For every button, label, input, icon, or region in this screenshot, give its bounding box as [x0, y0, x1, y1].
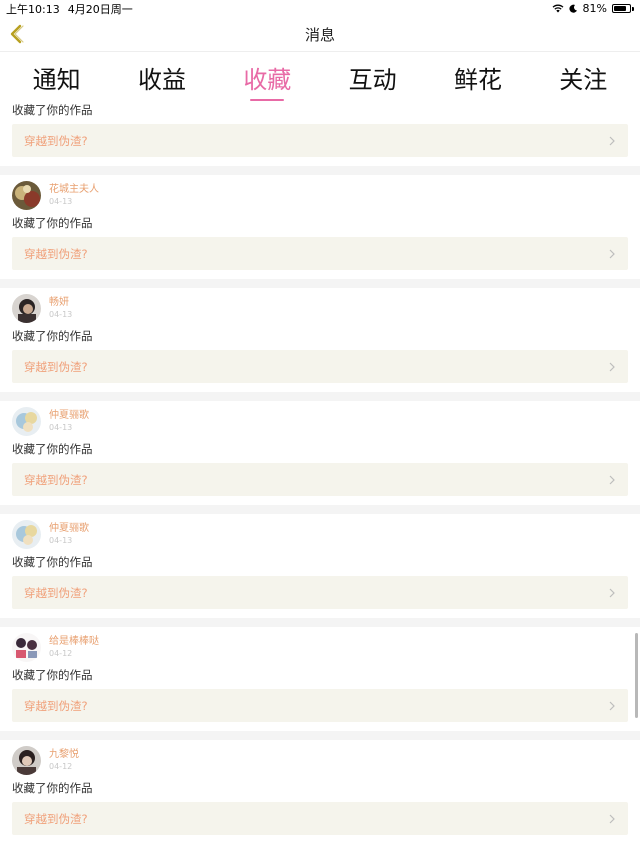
work-link[interactable]: 穿越到伪渣? — [12, 802, 628, 835]
work-link[interactable]: 穿越到伪渣? — [12, 350, 628, 383]
list-item: 花城主夫人 04-13 收藏了你的作品 穿越到伪渣? — [0, 181, 640, 288]
chevron-right-icon — [609, 362, 615, 371]
list-item: 给是棒棒哒 04-12 收藏了你的作品 穿越到伪渣? — [0, 633, 640, 740]
chevron-right-icon — [609, 136, 615, 145]
action-text: 收藏了你的作品 — [12, 329, 93, 343]
message-feed: 收藏了你的作品 穿越到伪渣? 花城主夫人 04-13 收藏了你的作品 穿越到伪渣… — [0, 103, 640, 853]
avatar[interactable] — [12, 407, 41, 436]
list-item: 畅妍 04-13 收藏了你的作品 穿越到伪渣? — [0, 294, 640, 401]
divider — [0, 618, 640, 627]
username[interactable]: 畅妍 — [49, 296, 72, 309]
chevron-right-icon — [609, 249, 615, 258]
divider — [0, 279, 640, 288]
moon-icon — [568, 4, 577, 13]
username[interactable]: 花城主夫人 — [49, 183, 99, 196]
status-date: 4月20日周一 — [67, 2, 133, 16]
divider — [0, 392, 640, 401]
nav-bar: 消息 — [0, 17, 640, 52]
action-text: 收藏了你的作品 — [12, 668, 93, 682]
tab-flowers[interactable]: 鲜花 — [425, 52, 530, 95]
page-title: 消息 — [304, 25, 335, 44]
message-date: 04-13 — [49, 310, 73, 319]
battery-icon — [612, 4, 634, 13]
tab-bar: 通知 收益 收藏 互动 鲜花 关注 — [0, 52, 640, 103]
tab-interactions[interactable]: 互动 — [320, 52, 425, 95]
divider — [0, 731, 640, 740]
avatar[interactable] — [12, 746, 41, 775]
list-item: 九黎悦 04-12 收藏了你的作品 穿越到伪渣? — [0, 746, 640, 835]
message-date: 04-13 — [49, 423, 73, 432]
work-title: 穿越到伪渣? — [24, 698, 88, 713]
active-tab-indicator — [250, 99, 285, 101]
action-text: 收藏了你的作品 — [12, 781, 93, 795]
work-link[interactable]: 穿越到伪渣? — [12, 689, 628, 722]
avatar[interactable] — [12, 520, 41, 549]
chevron-right-icon — [609, 588, 615, 597]
chevron-right-icon — [609, 814, 615, 823]
avatar[interactable] — [12, 633, 41, 662]
work-title: 穿越到伪渣? — [24, 359, 88, 374]
message-date: 04-12 — [49, 762, 73, 771]
back-arrow-icon[interactable] — [6, 23, 28, 45]
username[interactable]: 仲夏骊歌 — [49, 409, 89, 422]
work-title: 穿越到伪渣? — [24, 133, 88, 148]
tab-favorites[interactable]: 收藏 — [215, 52, 320, 101]
work-link[interactable]: 穿越到伪渣? — [12, 237, 628, 270]
action-text: 收藏了你的作品 — [12, 103, 93, 117]
message-date: 04-12 — [49, 649, 73, 658]
avatar[interactable] — [12, 294, 41, 323]
work-title: 穿越到伪渣? — [24, 246, 88, 261]
list-item: 仲夏骊歌 04-13 收藏了你的作品 穿越到伪渣? — [0, 407, 640, 514]
list-item: 收藏了你的作品 穿越到伪渣? — [0, 103, 640, 175]
tab-notifications[interactable]: 通知 — [4, 52, 109, 95]
message-date: 04-13 — [49, 197, 73, 206]
chevron-right-icon — [609, 475, 615, 484]
work-link[interactable]: 穿越到伪渣? — [12, 576, 628, 609]
list-item: 仲夏骊歌 04-13 收藏了你的作品 穿越到伪渣? — [0, 520, 640, 627]
username[interactable]: 给是棒棒哒 — [49, 635, 99, 648]
chevron-right-icon — [609, 701, 615, 710]
action-text: 收藏了你的作品 — [12, 555, 93, 569]
work-link[interactable]: 穿越到伪渣? — [12, 463, 628, 496]
status-time: 上午10:13 — [6, 2, 60, 16]
tab-following[interactable]: 关注 — [531, 52, 636, 95]
work-title: 穿越到伪渣? — [24, 811, 88, 826]
message-date: 04-13 — [49, 536, 73, 545]
username[interactable]: 九黎悦 — [49, 748, 79, 761]
divider — [0, 505, 640, 514]
tab-earnings[interactable]: 收益 — [109, 52, 214, 95]
username[interactable]: 仲夏骊歌 — [49, 522, 89, 535]
status-bar: 上午10:13 4月20日周一 81% — [0, 0, 640, 17]
battery-percent: 81% — [582, 2, 607, 15]
wifi-icon — [552, 4, 563, 13]
scrollbar[interactable] — [635, 633, 638, 718]
work-link[interactable]: 穿越到伪渣? — [12, 124, 628, 157]
work-title: 穿越到伪渣? — [24, 585, 88, 600]
divider — [0, 166, 640, 175]
action-text: 收藏了你的作品 — [12, 216, 93, 230]
work-title: 穿越到伪渣? — [24, 472, 88, 487]
action-text: 收藏了你的作品 — [12, 442, 93, 456]
avatar[interactable] — [12, 181, 41, 210]
